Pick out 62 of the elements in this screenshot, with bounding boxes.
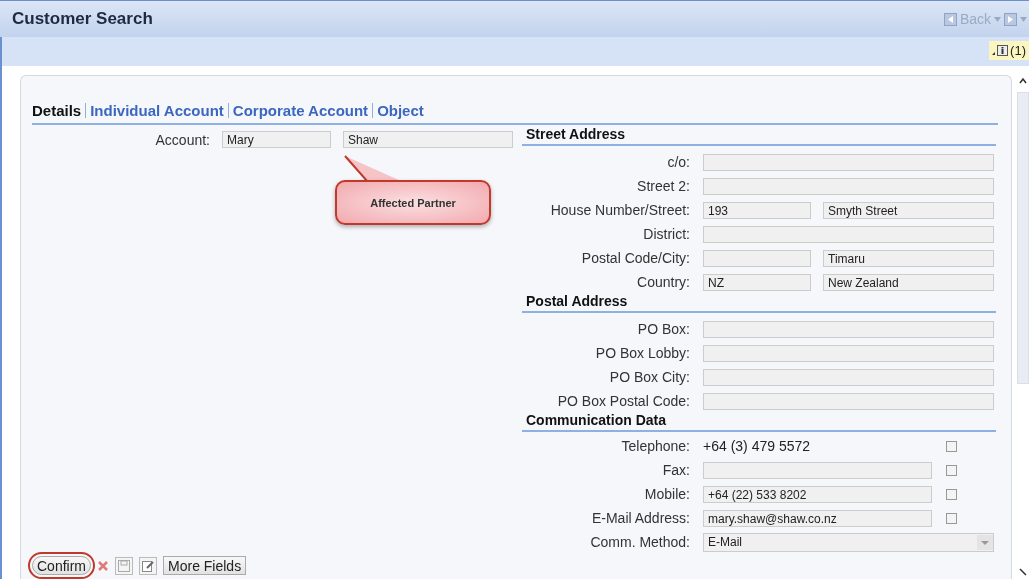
input-field[interactable] [703, 249, 811, 267]
resize-handle-icon[interactable] [1019, 568, 1027, 576]
input-field[interactable] [703, 225, 994, 243]
field-label: c/o: [666, 154, 691, 170]
field-label: Telephone: [620, 438, 691, 454]
scroll-up-icon[interactable] [1019, 78, 1027, 84]
input-field[interactable] [703, 344, 994, 362]
input-field[interactable] [703, 320, 994, 338]
scrollbar-track[interactable] [1017, 92, 1029, 384]
phone-number: +64 (3) 479 5572 [703, 438, 812, 454]
field-label: Mobile: [643, 486, 691, 502]
input-field[interactable]: Timaru [823, 249, 994, 267]
field-label: Fax: [661, 462, 691, 478]
field-label: PO Box City: [608, 369, 691, 385]
field-label: Account: [154, 131, 211, 148]
section-heading: Communication Data [522, 411, 996, 432]
message-indicator[interactable]: (1) [989, 41, 1029, 60]
input-field[interactable]: NZ [703, 273, 811, 291]
callout-bubble: Affected Partner [335, 180, 491, 225]
input-field[interactable] [703, 461, 932, 479]
window-title: Customer Search [12, 9, 153, 29]
input-field[interactable]: New Zealand [823, 273, 994, 291]
input-field[interactable]: mary.shaw@shaw.co.nz [703, 509, 932, 527]
info-icon [992, 45, 1009, 56]
field-label: PO Box: [636, 321, 691, 337]
input-field[interactable] [703, 153, 994, 171]
dropdown-caret-icon[interactable] [994, 16, 1001, 22]
input-field[interactable]: Shaw [343, 131, 513, 148]
field-label: Street 2: [636, 178, 691, 194]
save-button[interactable] [115, 556, 133, 575]
edit-button[interactable] [139, 556, 157, 575]
field-label: District: [642, 226, 691, 242]
section-heading: Postal Address [522, 292, 996, 313]
field-label: House Number/Street: [549, 202, 691, 218]
field-label: E-Mail Address: [590, 510, 691, 526]
field-label: Country: [636, 274, 691, 290]
dropdown-caret-icon[interactable] [1020, 16, 1027, 22]
input-field[interactable]: +64 (22) 533 8202 [703, 485, 932, 503]
delete-icon[interactable] [97, 559, 109, 572]
field-label: Postal Code/City: [580, 250, 691, 266]
field-label: PO Box Postal Code: [556, 393, 691, 409]
input-field[interactable]: 193 [703, 201, 811, 219]
checkbox[interactable] [946, 488, 957, 500]
input-field[interactable]: Mary [222, 131, 331, 148]
tab[interactable]: Object [372, 103, 428, 118]
tab[interactable]: Corporate Account [227, 103, 373, 118]
field-label: PO Box Lobby: [594, 345, 691, 361]
field-label: Comm. Method: [589, 534, 691, 550]
dropdown-field[interactable]: E-Mail [703, 532, 994, 552]
checkbox[interactable] [946, 464, 957, 476]
edit-icon [142, 559, 154, 572]
tab[interactable]: Individual Account [85, 103, 228, 118]
tab[interactable]: Details [32, 102, 86, 119]
input-field[interactable] [703, 177, 994, 195]
action-button[interactable]: More Fields [163, 556, 247, 575]
input-field[interactable] [703, 392, 994, 410]
section-heading: Street Address [522, 125, 996, 146]
input-field[interactable] [703, 368, 994, 386]
checkbox[interactable] [946, 512, 957, 524]
checkbox[interactable] [946, 440, 957, 452]
input-field[interactable]: Smyth Street [823, 201, 994, 219]
dropdown-caret-icon [977, 534, 993, 550]
